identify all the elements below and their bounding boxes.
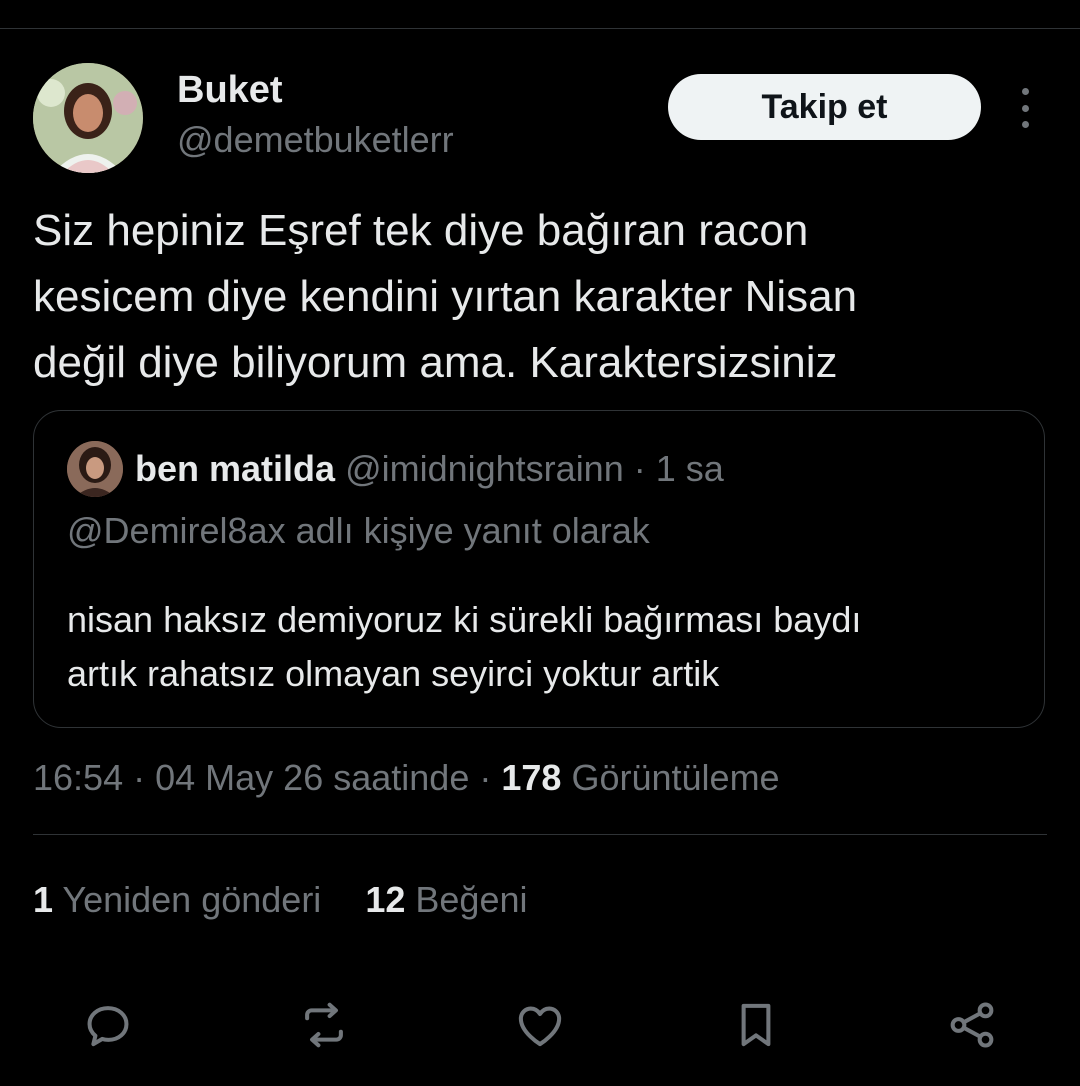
quoted-header: ben matilda @imidnightsrainn · 1 sa bbox=[135, 447, 724, 491]
quoted-reply-context: @Demirel8ax adlı kişiye yanıt olarak bbox=[67, 510, 650, 551]
meta-separator: · bbox=[479, 757, 492, 798]
follow-button[interactable]: Takip et bbox=[668, 74, 981, 140]
reposts-stat[interactable]: 1 Yeniden gönderi bbox=[33, 878, 321, 922]
quoted-time[interactable]: 1 sa bbox=[656, 448, 724, 489]
quoted-handle[interactable]: @imidnightsrainn bbox=[345, 448, 624, 489]
like-icon[interactable] bbox=[510, 995, 570, 1055]
quoted-tweet-text: nisan haksız demiyoruz ki sürekli bağırm… bbox=[67, 599, 862, 694]
reposts-count: 1 bbox=[33, 879, 54, 920]
quoted-tweet-card[interactable]: ben matilda @imidnightsrainn · 1 sa @Dem… bbox=[33, 410, 1045, 728]
quoted-display-name[interactable]: ben matilda bbox=[135, 448, 335, 489]
likes-label: Beğeni bbox=[415, 879, 528, 920]
likes-count: 12 bbox=[365, 879, 406, 920]
views-label: Görüntüleme bbox=[571, 757, 780, 798]
more-dot bbox=[1021, 104, 1029, 112]
more-dot bbox=[1021, 88, 1029, 95]
quoted-separator: · bbox=[633, 448, 646, 489]
more-vertical-icon[interactable] bbox=[1008, 88, 1042, 128]
likes-stat[interactable]: 12 Beğeni bbox=[365, 878, 527, 922]
reply-icon[interactable] bbox=[78, 995, 138, 1055]
bookmark-icon[interactable] bbox=[726, 995, 786, 1055]
share-icon[interactable] bbox=[942, 995, 1002, 1055]
repost-icon[interactable] bbox=[294, 995, 354, 1055]
reposts-label: Yeniden gönderi bbox=[62, 879, 322, 920]
author-display-name[interactable]: Buket bbox=[177, 68, 283, 112]
tweet-stats: 1 Yeniden gönderi 12 Beğeni bbox=[33, 878, 562, 922]
meta-separator: · bbox=[133, 757, 146, 798]
quoted-author-avatar[interactable] bbox=[67, 441, 123, 497]
author-avatar[interactable] bbox=[33, 63, 143, 173]
views-count: 178 bbox=[501, 757, 562, 798]
tweet-meta: 16:54 · 04 May 26 saatinde · 178 Görüntü… bbox=[33, 756, 780, 800]
author-handle[interactable]: @demetbuketlerr bbox=[177, 118, 454, 162]
action-bar bbox=[0, 995, 1080, 1055]
more-dot bbox=[1021, 121, 1029, 128]
tweet-text: Siz hepiniz Eşref tek diye bağıran racon… bbox=[33, 206, 858, 387]
tweet-time[interactable]: 16:54 bbox=[33, 757, 123, 798]
tweet-date[interactable]: 04 May 26 saatinde bbox=[155, 757, 469, 798]
top-divider bbox=[0, 28, 1080, 29]
divider bbox=[33, 834, 1047, 835]
